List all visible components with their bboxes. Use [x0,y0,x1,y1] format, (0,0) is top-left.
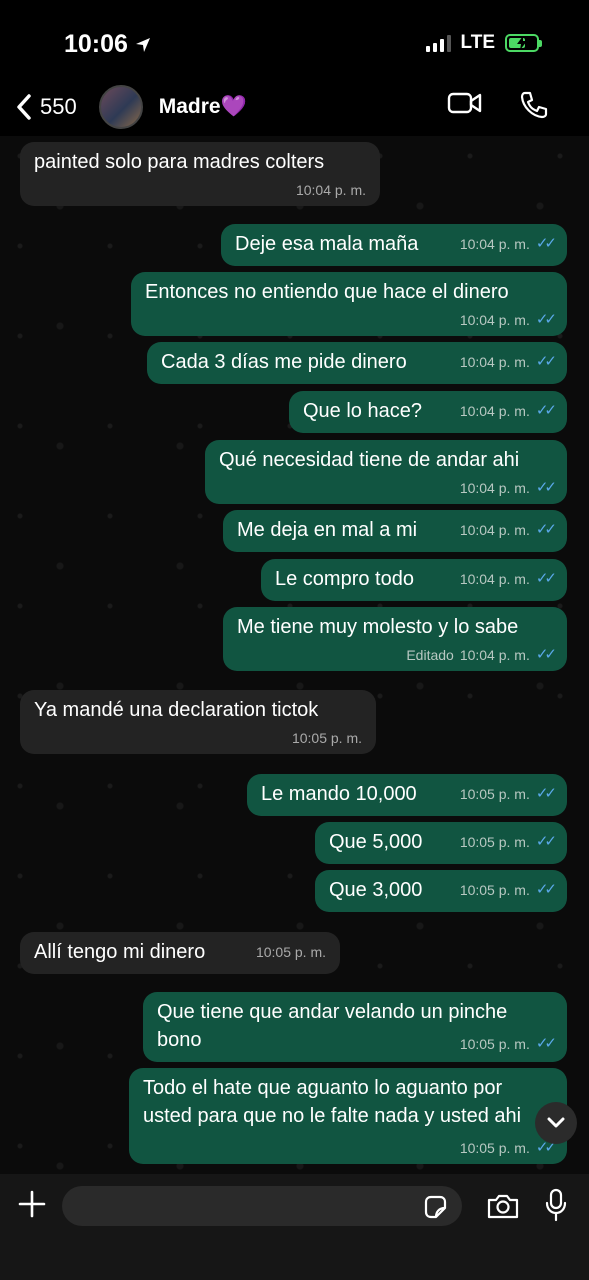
message-time: 10:04 p. m. [459,312,530,328]
message-meta: 10:05 p. m. ✓✓ [459,876,557,904]
unread-count: 550 [40,94,77,119]
message-outgoing[interactable]: Me deja en mal a mi 10:04 p. m. ✓✓ [223,510,567,552]
message-outgoing[interactable]: Qué necesidad tiene de andar ahi 10:04 p… [205,440,567,504]
read-ticks-icon: ✓✓ [535,235,557,252]
message-text: Entonces no entiendo que hace el dinero [145,281,509,303]
message-text: Ya mandé una declaration tictok [34,699,319,721]
message-text: Todo el hate que aguanto lo aguanto por … [143,1077,522,1127]
composer-bar [0,1174,589,1280]
message-outgoing[interactable]: Todo el hate que aguanto lo aguanto por … [129,1068,567,1164]
message-time: 10:04 p. m. [459,354,530,370]
read-ticks-icon: ✓✓ [535,1035,557,1052]
read-ticks-icon: ✓✓ [535,479,557,496]
message-text: Qué necesidad tiene de andar ahi [219,449,520,471]
message-outgoing[interactable]: Entonces no entiendo que hace el dinero … [131,272,567,336]
status-indicators: LTE [425,32,542,54]
message-outgoing[interactable]: Que 5,000 10:05 p. m. ✓✓ [315,822,567,864]
message-meta: 10:04 p. m. ✓✓ [459,397,557,425]
message-outgoing[interactable]: Que lo hace? 10:04 p. m. ✓✓ [289,391,567,433]
read-ticks-icon: ✓✓ [535,521,557,538]
camera-icon[interactable] [486,1192,520,1220]
message-time: 10:05 p. m. [459,834,530,850]
message-input[interactable] [62,1186,462,1226]
message-meta: 10:05 p. m. ✓✓ [459,1030,557,1058]
scroll-to-bottom-button[interactable] [535,1102,577,1144]
message-time: 10:04 p. m. [459,403,530,419]
sticker-icon[interactable] [422,1194,448,1220]
message-meta: 10:04 p. m. ✓✓ [145,306,557,334]
message-time: 10:05 p. m. [291,730,362,746]
chat-header: 550 Madre💜 [0,78,589,136]
header-actions [447,90,549,120]
message-text: Me tiene muy molesto y lo sabe [237,616,519,638]
status-bar: 10:06 LTE [0,0,589,78]
read-ticks-icon: ✓✓ [535,570,557,587]
edited-label: Editado [406,647,454,663]
contact-name[interactable]: Madre💜 [159,95,247,119]
message-time: 10:05 p. m. [255,944,326,960]
message-meta: 10:05 p. m. ✓✓ [459,828,557,856]
message-meta: 10:04 p. m. [34,176,366,204]
read-ticks-icon: ✓✓ [535,833,557,850]
status-time: 10:06 [64,30,152,59]
message-meta: 10:05 p. m. [256,938,326,966]
message-time: 10:04 p. m. [459,571,530,587]
message-time: 10:05 p. m. [459,786,530,802]
read-ticks-icon: ✓✓ [535,353,557,370]
message-meta: 10:05 p. m. ✓✓ [459,780,557,808]
clock: 10:06 [64,30,128,58]
message-meta: 10:04 p. m. ✓✓ [219,474,557,502]
read-ticks-icon: ✓✓ [535,402,557,419]
message-meta: 10:04 p. m. ✓✓ [459,230,557,258]
message-incoming[interactable]: painted solo para madres colters 10:04 p… [20,142,380,206]
message-time: 10:04 p. m. [459,480,530,496]
message-time: 10:04 p. m. [295,182,366,198]
message-outgoing[interactable]: Que tiene que andar velando un pinche bo… [143,992,567,1062]
message-time: 10:05 p. m. [459,882,530,898]
avatar[interactable] [98,85,143,129]
message-time: 10:05 p. m. [459,1140,530,1156]
message-outgoing[interactable]: Le compro todo 10:04 p. m. ✓✓ [261,559,567,601]
battery-icon [505,34,542,52]
message-outgoing[interactable]: Me tiene muy molesto y lo sabe Editado 10… [223,607,567,671]
read-ticks-icon: ✓✓ [535,311,557,328]
message-incoming[interactable]: Ya mandé una declaration tictok 10:05 p.… [20,690,376,754]
message-time: 10:04 p. m. [459,647,530,663]
plus-icon[interactable] [16,1188,48,1220]
message-outgoing[interactable]: Le mando 10,000 10:05 p. m. ✓✓ [247,774,567,816]
read-ticks-icon: ✓✓ [535,785,557,802]
message-meta: 10:05 p. m. [34,724,362,752]
message-incoming[interactable]: Allí tengo mi dinero 10:05 p. m. [20,932,340,974]
signal-icon [425,34,451,52]
message-time: 10:04 p. m. [459,236,530,252]
message-meta: 10:04 p. m. ✓✓ [459,348,557,376]
message-outgoing[interactable]: Que 3,000 10:05 p. m. ✓✓ [315,870,567,912]
read-ticks-icon: ✓✓ [535,646,557,663]
video-call-icon[interactable] [447,90,483,116]
message-time: 10:04 p. m. [459,522,530,538]
read-ticks-icon: ✓✓ [535,881,557,898]
message-list[interactable]: painted solo para madres colters 10:04 p… [0,136,589,1174]
microphone-icon[interactable] [544,1188,568,1222]
message-time: 10:05 p. m. [459,1036,530,1052]
message-meta: 10:05 p. m. ✓✓ [459,1134,557,1162]
chevron-down-icon [547,1117,565,1128]
chevron-left-icon [17,94,31,120]
phone-icon[interactable] [519,90,549,120]
message-meta: Editado 10:04 p. m. ✓✓ [237,641,557,669]
location-arrow-icon [135,37,150,52]
message-outgoing[interactable]: Deje esa mala maña 10:04 p. m. ✓✓ [221,224,567,266]
message-text: painted solo para madres colters [34,151,325,173]
message-meta: 10:04 p. m. ✓✓ [459,516,557,544]
message-meta: 10:04 p. m. ✓✓ [459,565,557,593]
back-button[interactable]: 550 [16,94,77,120]
message-outgoing[interactable]: Cada 3 días me pide dinero 10:04 p. m. ✓✓ [147,342,567,384]
network-type: LTE [460,32,495,53]
